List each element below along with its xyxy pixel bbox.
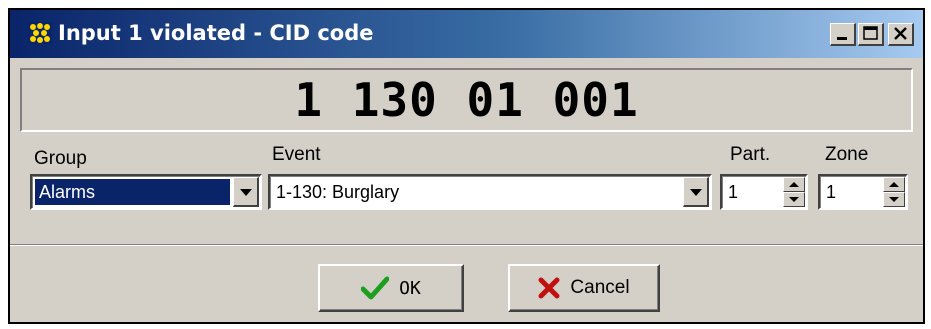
maximize-icon bbox=[863, 26, 878, 40]
chevron-down-icon bbox=[240, 189, 252, 196]
zone-spinner[interactable]: 1 bbox=[818, 174, 908, 210]
close-button[interactable] bbox=[888, 23, 914, 46]
dialog-window: Input 1 violated - CID code 1 130 01 001… bbox=[8, 8, 925, 324]
partition-spin-buttons bbox=[783, 177, 805, 207]
close-icon bbox=[894, 27, 907, 40]
arrow-down-icon bbox=[889, 197, 899, 202]
partition-spinner[interactable]: 1 bbox=[720, 174, 808, 210]
title-bar[interactable]: Input 1 violated - CID code bbox=[10, 10, 923, 58]
zone-decrement-button[interactable] bbox=[883, 192, 905, 207]
checkmark-icon bbox=[361, 276, 390, 300]
cid-code-display: 1 130 01 001 bbox=[20, 68, 913, 132]
partition-decrement-button[interactable] bbox=[783, 192, 805, 207]
arrow-down-icon bbox=[789, 197, 799, 202]
minimize-button[interactable] bbox=[830, 23, 856, 46]
group-label: Group bbox=[34, 148, 87, 169]
ok-button[interactable]: OK bbox=[318, 264, 464, 312]
separator bbox=[10, 244, 923, 246]
chevron-down-icon bbox=[690, 189, 702, 196]
event-value: 1-130: Burglary bbox=[276, 182, 400, 202]
zone-increment-button[interactable] bbox=[883, 177, 905, 192]
partition-label: Part. bbox=[730, 144, 771, 165]
ok-button-label: OK bbox=[399, 277, 421, 299]
minimize-icon bbox=[837, 37, 847, 40]
cid-code-value: 1 130 01 001 bbox=[294, 73, 639, 127]
arrow-up-icon bbox=[789, 182, 799, 187]
zone-value: 1 bbox=[826, 182, 837, 202]
cancel-button[interactable]: Cancel bbox=[508, 264, 660, 312]
group-combobox[interactable]: Alarms bbox=[30, 174, 262, 210]
window-title: Input 1 violated - CID code bbox=[58, 21, 374, 45]
zone-spin-buttons bbox=[883, 177, 905, 207]
zone-label: Zone bbox=[825, 144, 869, 165]
app-dots-icon bbox=[28, 22, 52, 44]
x-icon bbox=[538, 277, 560, 299]
group-dropdown-button[interactable] bbox=[233, 177, 259, 207]
arrow-up-icon bbox=[889, 182, 899, 187]
event-dropdown-button[interactable] bbox=[683, 177, 709, 207]
event-combobox[interactable]: 1-130: Burglary bbox=[268, 174, 712, 210]
group-selection: Alarms bbox=[35, 179, 230, 205]
event-label: Event bbox=[272, 144, 321, 165]
group-value: Alarms bbox=[39, 182, 96, 202]
cancel-button-label: Cancel bbox=[570, 277, 630, 298]
maximize-button[interactable] bbox=[858, 23, 884, 46]
partition-increment-button[interactable] bbox=[783, 177, 805, 192]
partition-value: 1 bbox=[728, 182, 739, 202]
